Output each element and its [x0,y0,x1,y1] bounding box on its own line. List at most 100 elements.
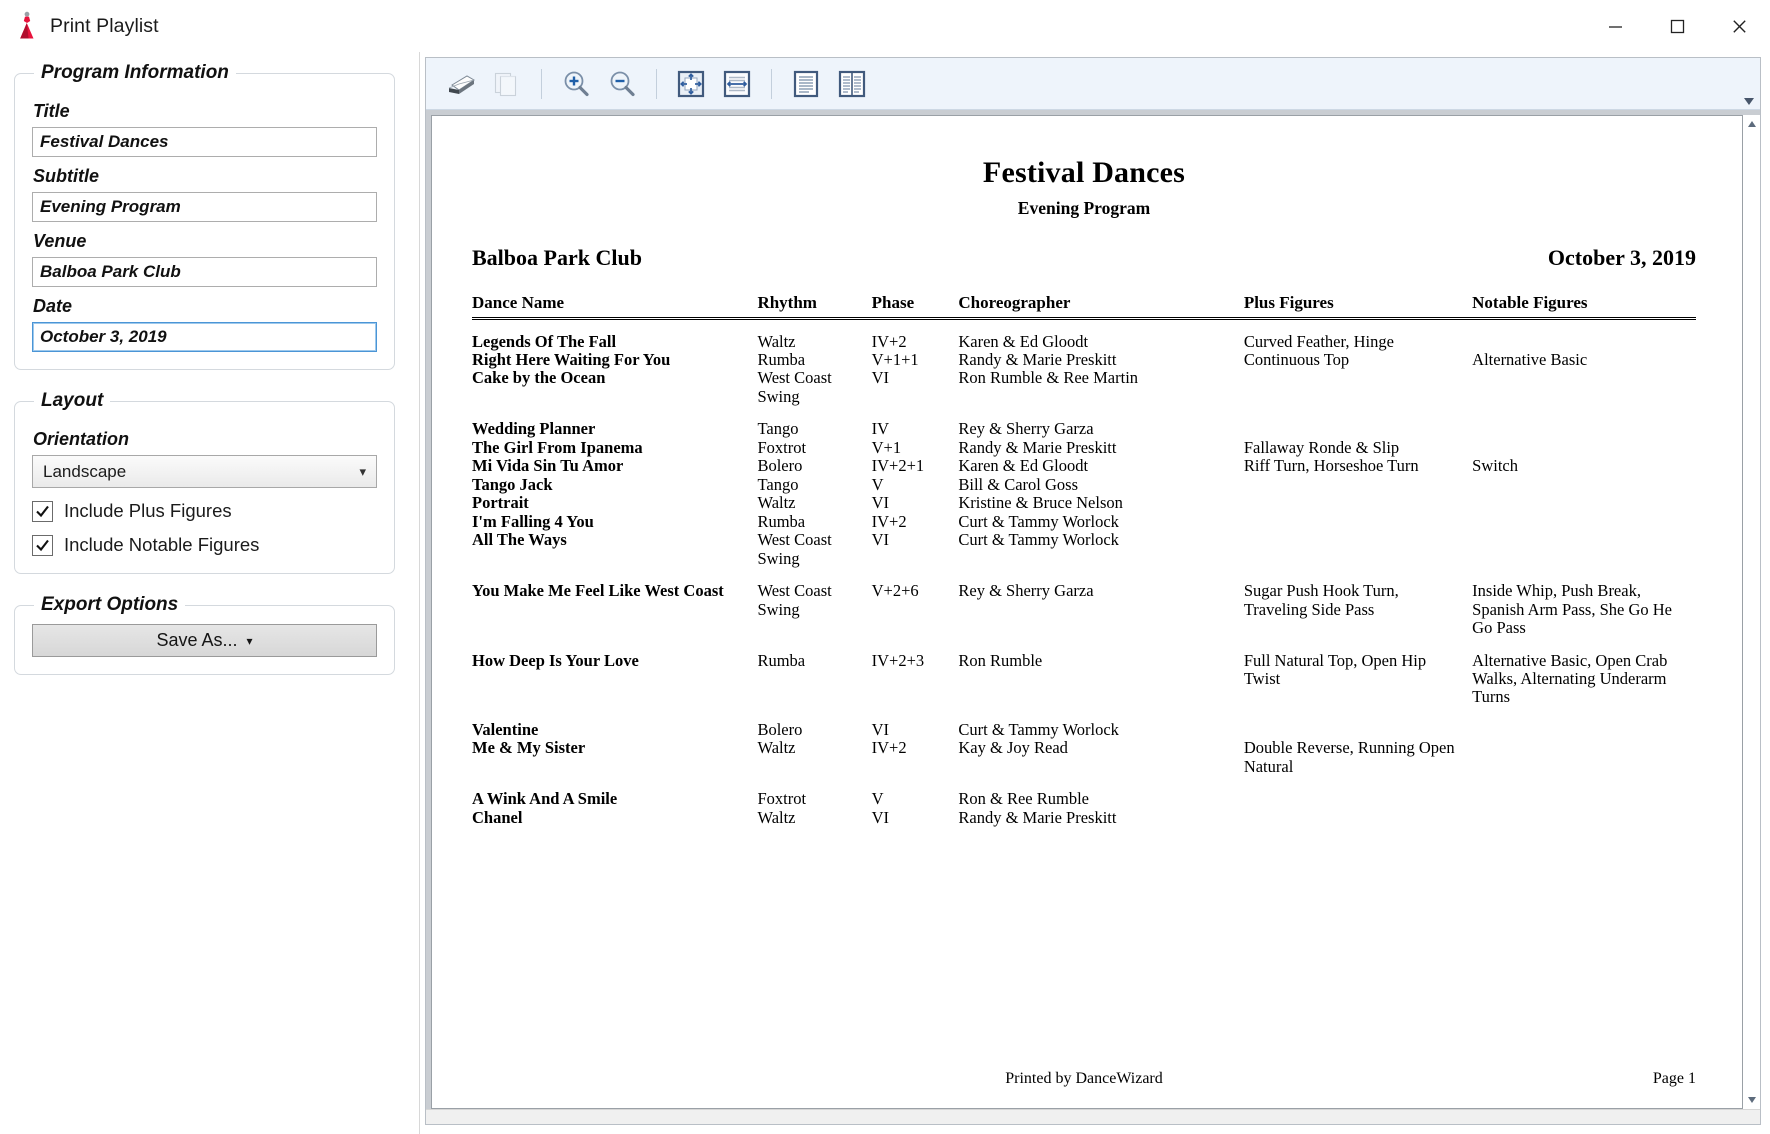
cell-choreographer: Bill & Carol Goss [958,474,1079,494]
orientation-value: Landscape [43,461,127,481]
cell-choreographer: Ron & Ree Rumble [958,789,1089,809]
table-row: Valentine Bolero VI Curt & Tammy Worlock [472,719,1696,739]
cell-dance-name: Legends Of The Fall [472,331,617,351]
cell-plus-figures: Curved Feather, Hinge [1243,331,1394,351]
toolbar-overflow-scroll[interactable] [1738,58,1760,110]
playlist-table-body: Legends Of The Fall Waltz IV+2 Karen & Ed G… [472,319,1696,828]
document-title: Festival Dances [982,156,1186,189]
table-row: Chanel Waltz VI Randy & Marie Preskitt [472,807,1696,827]
zoom-out-icon[interactable] [601,64,643,104]
save-as-button[interactable]: Save As... ▾ [32,624,377,657]
cell-rhythm: West Coast Swing [757,530,832,568]
document-venue: Balboa Park Club [472,245,642,270]
document-meta: Balboa Park Club October 3, 2019 [472,245,1696,271]
maximize-button[interactable] [1646,0,1708,52]
footer-page-number: Page 1 [1652,1070,1696,1087]
print-icon[interactable] [440,64,482,104]
cell-plus-figures: Full Natural Top, Open Hip Twist [1243,650,1427,688]
cell-notable-figures [1472,721,1696,739]
cell-dance-name: Cake by the Ocean [472,368,606,388]
cell-rhythm: Tango [757,419,799,439]
table-row: Wedding Planner Tango IV Rey & Sherry Garza [472,419,1696,439]
scroll-track[interactable] [1744,133,1760,1091]
include-notable-figures-label: Include Notable Figures [64,534,260,555]
column-header-choreographer: Choreographer [958,293,1244,320]
two-page-icon[interactable] [831,64,873,104]
spacer-cell [472,707,1696,721]
include-plus-figures-checkbox[interactable] [32,500,53,522]
include-plus-figures-row[interactable]: Include Plus Figures [32,500,377,522]
subtitle-input[interactable]: Evening Program [32,192,377,222]
vertical-scrollbar[interactable] [1743,115,1760,1109]
cell-notable-figures [1472,513,1696,531]
title-bar: Print Playlist [0,0,1770,52]
export-options-legend: Export Options [41,594,179,615]
table-row: Mi Vida Sin Tu Amor Bolero IV+2+1 Karen & E… [472,456,1696,476]
column-header-rhythm: Rhythm [757,293,872,320]
fit-width-icon[interactable] [716,64,758,104]
cell-notable-figures [1472,790,1696,808]
include-plus-figures-label: Include Plus Figures [64,500,232,521]
subtitle-label: Subtitle [33,166,99,186]
horizontal-scrollbar[interactable] [426,1109,1760,1124]
date-input[interactable]: October 3, 2019 [32,322,377,352]
table-row: Me & My Sister Waltz IV+2 Kay & Joy Read Dou… [472,739,1696,776]
window-controls [1584,0,1770,52]
cell-rhythm: Foxtrot [757,437,807,457]
document-footer: Printed by DanceWizard Page 1 [472,1070,1696,1094]
cell-plus-figures [1244,721,1472,739]
cell-phase: IV+2+3 [871,650,925,670]
cell-notable-figures: Switch [1472,456,1518,476]
playlist-table: Dance Name Rhythm Phase Choreographer Pl… [472,293,1696,827]
table-row: You Make Me Feel Like West Coast West Coa… [472,581,1696,637]
cell-phase: IV+2+1 [871,456,925,476]
cell-notable-figures [1472,476,1696,494]
table-row-spacer [472,319,1696,333]
orientation-select[interactable]: Landscape ▾ [32,455,377,488]
cell-plus-figures [1244,420,1472,438]
cell-phase: IV+2 [871,331,907,351]
cell-dance-name: I'm Falling 4 You [472,511,594,531]
toolbar-separator [771,68,772,99]
copy-pages-icon[interactable] [486,64,528,104]
preview-frame: Festival Dances Evening Program Balboa P… [425,57,1761,1125]
preview-panel: Festival Dances Evening Program Balboa P… [420,52,1770,1134]
cell-plus-figures: Sugar Push Hook Turn, Traveling Side Pas… [1243,581,1399,619]
cell-rhythm: Rumba [757,349,806,369]
cell-plus-figures [1244,369,1472,406]
cell-dance-name: A Wink And A Smile [472,789,618,809]
cell-dance-name: How Deep Is Your Love [472,650,639,670]
venue-input[interactable]: Balboa Park Club [32,257,377,287]
cell-choreographer: Kristine & Bruce Nelson [958,493,1123,513]
close-button[interactable] [1708,0,1770,52]
cell-notable-figures [1472,809,1696,827]
include-notable-figures-checkbox[interactable] [32,534,53,556]
cell-phase: V [871,789,884,809]
scroll-down-arrow[interactable] [1747,1091,1757,1109]
scroll-up-arrow[interactable] [1747,115,1757,133]
cell-phase: VI [871,807,890,827]
preview-body: Festival Dances Evening Program Balboa P… [426,110,1760,1109]
zoom-in-icon[interactable] [555,64,597,104]
cell-choreographer: Randy & Marie Preskitt [958,807,1117,827]
single-page-icon[interactable] [785,64,827,104]
cell-rhythm: Waltz [757,807,796,827]
cell-choreographer: Curt & Tammy Worlock [958,530,1119,550]
cell-choreographer: Kay & Joy Read [958,738,1068,758]
cell-notable-figures: Alternative Basic [1472,349,1588,369]
fit-page-icon[interactable] [670,64,712,104]
cell-rhythm: Waltz [757,493,796,513]
settings-panel: Program Information Title Festival Dance… [0,52,420,1134]
title-input[interactable]: Festival Dances [32,127,377,157]
table-row: The Girl From Ipanema Foxtrot V+1 Randy & M… [472,437,1696,457]
cell-phase: V+1 [871,437,902,457]
cell-phase: VI [871,719,890,739]
spacer-cell [472,638,1696,652]
cell-phase: IV [871,419,890,439]
include-notable-figures-row[interactable]: Include Notable Figures [32,534,377,556]
export-options-group: Export Options Save As... ▾ [14,594,395,675]
cell-rhythm: Rumba [757,511,806,531]
cell-notable-figures [1472,369,1696,406]
minimize-button[interactable] [1584,0,1646,52]
table-row: How Deep Is Your Love Rumba IV+2+3 Ron Rumb… [472,650,1696,707]
